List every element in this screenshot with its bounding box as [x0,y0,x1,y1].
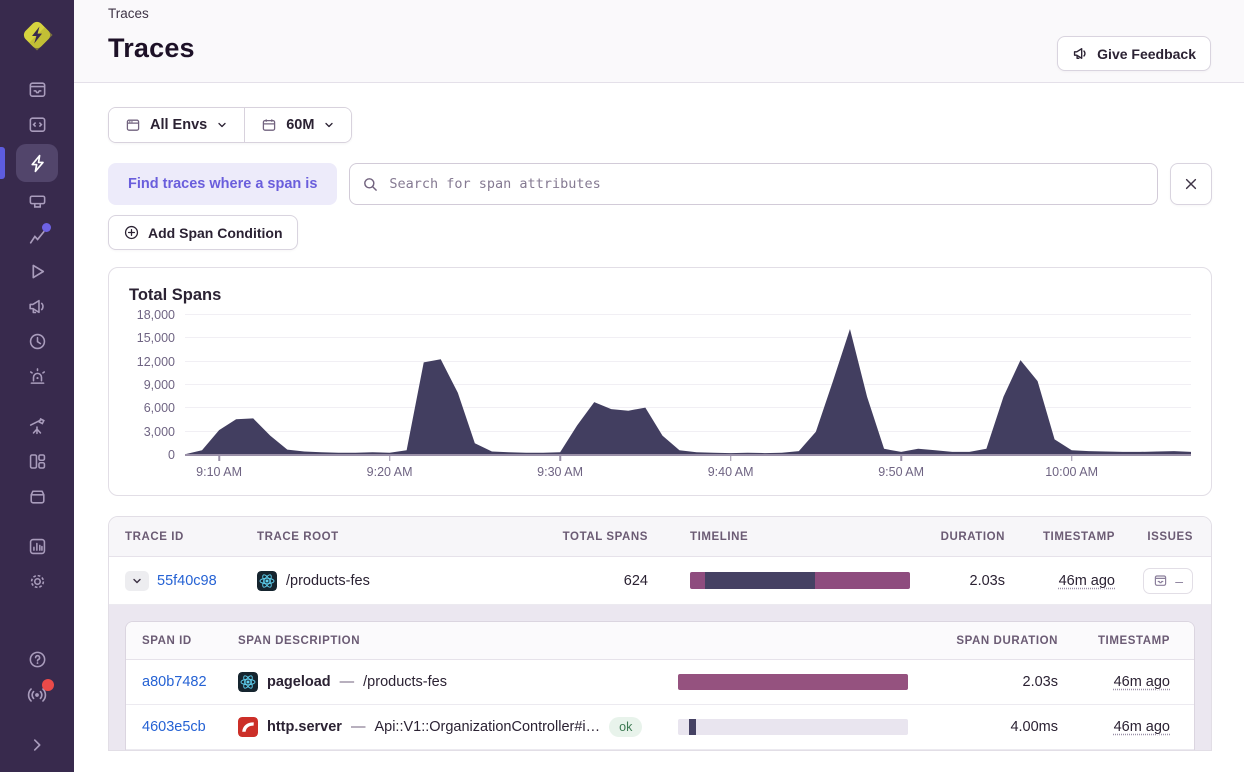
sidebar [0,0,74,772]
trace-root-name[interactable]: /products-fes [286,573,370,589]
traces-table: Trace ID Trace Root Total Spans Timeline… [108,516,1212,751]
trace-row: 55f40c98 /products-fes 624 2.03s 46m ago… [109,557,1211,605]
sentry-logo[interactable] [16,14,58,56]
releases-icon[interactable] [16,479,58,514]
spans-table-header: Span ID Span Description Span Duration T… [126,622,1194,660]
find-traces-where-label: Find traces where a span is [108,163,338,205]
issues-count: – [1175,572,1183,589]
span-row: a80b7482 pageload — /products-fes 2.03s … [126,660,1194,705]
date-range-filter[interactable]: 60M [245,108,352,142]
chevron-down-icon [216,119,228,131]
add-span-condition-button[interactable]: Add Span Condition [108,215,298,250]
col-span-description: Span Description [238,634,361,647]
whats-new-notification-dot [42,679,54,691]
span-op: pageload [267,674,331,690]
trace-duration: 2.03s [969,572,1005,589]
span-id-link[interactable]: 4603e5cb [142,719,206,735]
x-axis: 9:10 AM 9:20 AM 9:30 AM 9:40 AM 9:50 AM 10:00… [196,465,1099,479]
trace-issues-pill[interactable]: – [1143,567,1193,594]
page-title: Traces [108,33,195,63]
issues-icon[interactable] [16,72,58,107]
span-duration: 2.03s [1022,674,1058,690]
help-icon[interactable] [16,642,58,677]
chevron-down-icon [133,578,141,583]
col-total-spans: Total Spans [562,530,648,543]
discover-icon[interactable] [16,409,58,444]
give-feedback-button[interactable]: Give Feedback [1057,36,1211,71]
span-description: Api::V1::OrganizationController#i… [374,719,601,735]
react-icon [257,570,277,591]
dashboards-icon[interactable] [16,444,58,479]
close-icon [1185,178,1197,190]
total-spans-panel: Total Spans 0 3,000 6,000 9,000 12,000 15,000… [108,267,1212,496]
span-duration: 4.00ms [1010,719,1058,735]
col-span-duration: Span Duration [956,634,1058,647]
chevron-down-icon [323,119,335,131]
environment-filter[interactable]: All Envs [109,108,245,142]
react-icon [238,672,258,692]
col-timeline: Timeline [690,530,749,543]
traces-table-header: Trace ID Trace Root Total Spans Timeline… [109,517,1211,557]
traces-icon[interactable] [0,144,58,182]
col-span-timestamp: Timestamp [1097,634,1170,647]
window-icon [125,117,141,133]
insights-notification-dot [42,223,51,232]
span-description: /products-fes [363,674,447,690]
col-trace-root: Trace Root [257,530,339,543]
span-timestamp[interactable]: 46m ago [1114,719,1170,735]
trace-timeline-bar [690,572,910,589]
search-icon [362,176,379,193]
trace-id-link[interactable]: 55f40c98 [157,573,217,589]
col-duration: Duration [940,530,1005,543]
span-status-badge: ok [609,717,643,737]
feedback-icon[interactable] [16,289,58,324]
col-timestamp: Timestamp [1042,530,1115,543]
alerts-icon[interactable] [16,359,58,394]
settings-icon[interactable] [16,564,58,599]
explore-icon[interactable] [16,107,58,142]
span-duration-bar [678,719,908,735]
col-span-id: Span ID [142,634,192,647]
span-id-link[interactable]: a80b7482 [142,674,207,690]
whats-new-icon[interactable] [16,677,58,712]
span-row: 4603e5cb http.server — Api::V1::Organiza… [126,705,1194,750]
insights-icon[interactable] [16,219,58,254]
replays-icon[interactable] [16,254,58,289]
active-indicator [0,147,5,179]
projects-icon[interactable] [16,184,58,219]
spans-table: Span ID Span Description Span Duration T… [125,621,1195,750]
total-spans-plot [185,314,1191,461]
trace-timestamp[interactable]: 46m ago [1059,573,1115,589]
stats-icon[interactable] [16,529,58,564]
col-trace-id: Trace ID [125,530,184,543]
total-spans-value: 624 [623,572,648,589]
calendar-icon [261,117,277,133]
span-search-input[interactable] [389,176,1145,192]
page-filter-bar: All Envs 60M [108,107,353,143]
span-op: http.server [267,719,342,735]
issues-icon [1155,575,1167,586]
span-search-box[interactable] [349,163,1158,205]
expanded-spans-section: Span ID Span Description Span Duration T… [109,605,1211,750]
expand-sidebar-icon[interactable] [16,727,58,762]
y-axis: 0 3,000 6,000 9,000 12,000 15,000 18,000 [136,308,175,462]
span-duration-bar [678,674,908,690]
clear-search-button[interactable] [1170,163,1212,205]
chart-title: Total Spans [129,286,222,304]
breadcrumb[interactable]: Traces [108,4,1211,33]
history-icon[interactable] [16,324,58,359]
span-timestamp[interactable]: 46m ago [1114,674,1170,690]
rails-icon [238,717,258,737]
plus-circle-icon [123,224,140,241]
collapse-trace-button[interactable] [125,570,149,591]
col-issues: Issues [1147,530,1193,543]
page-header: Traces Traces Give Feedback [74,0,1244,83]
megaphone-icon [1072,45,1089,62]
